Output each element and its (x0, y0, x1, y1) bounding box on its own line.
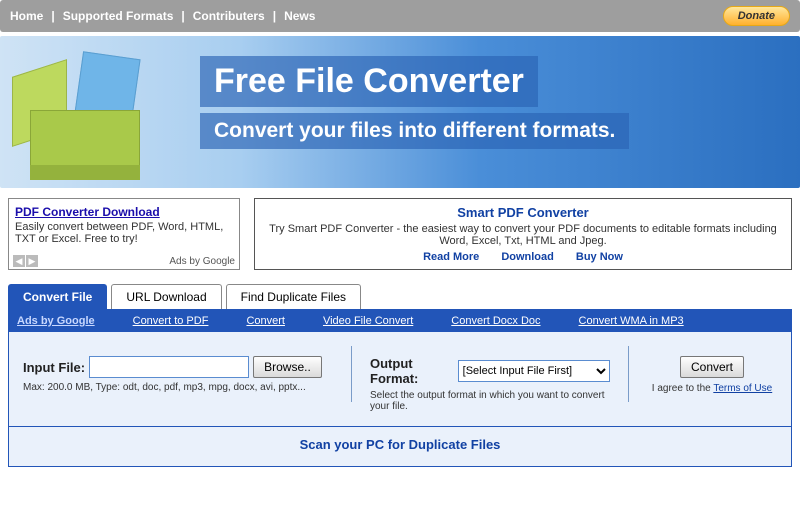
main-panel: Ads by Google Convert to PDF Convert Vid… (8, 309, 792, 427)
convert-button[interactable]: Convert (680, 356, 744, 378)
ad-left-attribution: Ads by Google (169, 256, 235, 267)
nav-contributors[interactable]: Contributers (193, 9, 265, 23)
ad-link-buynow[interactable]: Buy Now (576, 251, 623, 263)
linkbar-docx[interactable]: Convert Docx Doc (451, 315, 540, 327)
input-hint: Max: 200.0 MB, Type: odt, doc, pdf, mp3,… (23, 382, 333, 393)
output-hint: Select the output format in which you wa… (370, 390, 610, 412)
ad-prev-icon[interactable]: ◀ (13, 255, 25, 267)
donate-button[interactable]: Donate (723, 6, 790, 26)
scan-link[interactable]: Scan your PC for Duplicate Files (300, 437, 501, 452)
nav-links: Home| Supported Formats| Contributers| N… (10, 9, 315, 23)
hero-subtitle: Convert your files into different format… (200, 113, 629, 149)
ad-right-box: Smart PDF Converter Try Smart PDF Conver… (254, 198, 792, 270)
box-illustration (20, 80, 160, 180)
ad-right-title: Smart PDF Converter (261, 205, 785, 220)
hero-banner: Free File Converter Convert your files i… (0, 36, 800, 188)
output-format-label: Output Format: (370, 356, 454, 386)
nav-news[interactable]: News (284, 9, 315, 23)
browse-button[interactable]: Browse.. (253, 356, 322, 378)
linkbar-wma[interactable]: Convert WMA in MP3 (579, 315, 684, 327)
hero-title: Free File Converter (200, 56, 538, 107)
action-column: Convert I agree to the Terms of Use (647, 356, 777, 394)
tab-bar: Convert File URL Download Find Duplicate… (0, 284, 800, 309)
nav-home[interactable]: Home (10, 9, 43, 23)
linkbar-ads[interactable]: Ads by Google (17, 315, 95, 327)
ad-link-download[interactable]: Download (501, 251, 554, 263)
linkbar-convert[interactable]: Convert (246, 315, 285, 327)
tab-convert-file[interactable]: Convert File (8, 284, 107, 309)
ad-left-box: PDF Converter Download Easily convert be… (8, 198, 240, 270)
input-file-label: Input File: (23, 360, 85, 375)
linkbar-pdf[interactable]: Convert to PDF (133, 315, 209, 327)
ad-left-title[interactable]: PDF Converter Download (15, 205, 160, 219)
ad-left-desc: Easily convert between PDF, Word, HTML, … (15, 221, 233, 245)
ad-right-desc: Try Smart PDF Converter - the easiest wa… (261, 223, 785, 247)
tab-find-duplicates[interactable]: Find Duplicate Files (226, 284, 361, 309)
terms-text: I agree to the Terms of Use (647, 383, 777, 394)
nav-formats[interactable]: Supported Formats (63, 9, 174, 23)
input-column: Input File: Browse.. Max: 200.0 MB, Type… (23, 356, 333, 393)
scan-footer: Scan your PC for Duplicate Files (8, 427, 792, 467)
ad-pager: ◀ ▶ (13, 255, 38, 267)
ad-link-readmore[interactable]: Read More (423, 251, 479, 263)
terms-link[interactable]: Terms of Use (713, 383, 772, 394)
input-file-field[interactable] (89, 356, 249, 378)
output-column: Output Format: [Select Input File First]… (370, 356, 610, 412)
output-format-select[interactable]: [Select Input File First] (458, 360, 610, 382)
sponsored-linkbar: Ads by Google Convert to PDF Convert Vid… (9, 310, 791, 332)
linkbar-video[interactable]: Video File Convert (323, 315, 413, 327)
ad-next-icon[interactable]: ▶ (26, 255, 38, 267)
top-nav: Home| Supported Formats| Contributers| N… (0, 0, 800, 32)
tab-url-download[interactable]: URL Download (111, 284, 221, 309)
